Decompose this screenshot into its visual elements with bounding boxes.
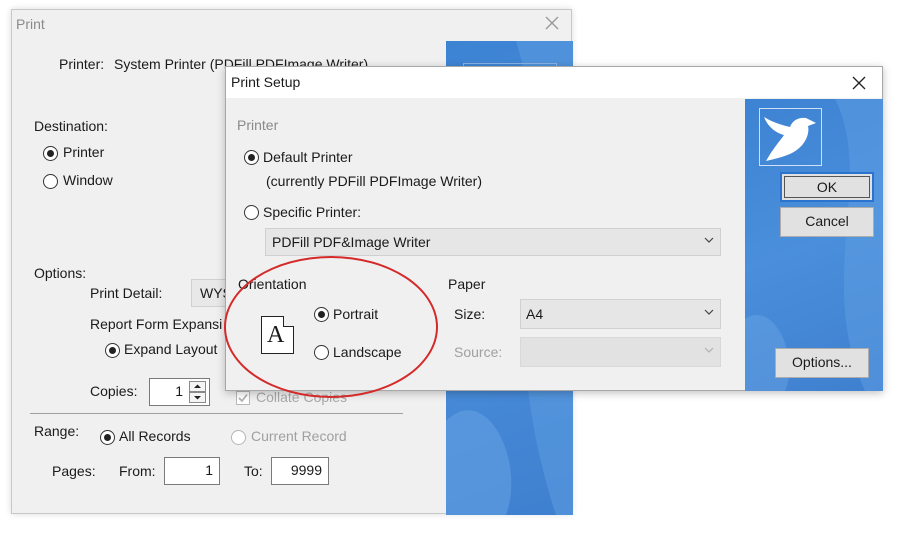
options-button[interactable]: Options...: [775, 348, 869, 378]
range-divider: [30, 413, 403, 414]
options-button-label: Options...: [792, 354, 852, 370]
all-records-label[interactable]: All Records: [119, 428, 191, 444]
destination-window-radio[interactable]: [43, 174, 58, 189]
bird-logo-icon: [759, 108, 822, 166]
annotation-ellipse: [224, 256, 438, 398]
collate-checkbox[interactable]: [236, 391, 250, 405]
destination-printer-radio[interactable]: [43, 146, 58, 161]
copies-value: 1: [175, 383, 183, 399]
chevron-down-icon: [704, 347, 714, 353]
from-label: From:: [119, 463, 156, 479]
current-record-label: Current Record: [251, 428, 347, 444]
paper-size-value: A4: [526, 306, 544, 322]
destination-window-label[interactable]: Window: [63, 172, 113, 188]
ok-button-label: OK: [816, 179, 838, 195]
print-detail-label: Print Detail:: [90, 285, 163, 301]
chevron-down-icon: [704, 237, 714, 243]
printer-group-label: Printer: [237, 117, 279, 133]
spin-arrows-icon[interactable]: [189, 381, 206, 403]
options-label: Options:: [34, 265, 87, 281]
ok-button[interactable]: OK: [780, 172, 874, 202]
close-icon[interactable]: [849, 73, 869, 93]
dialog-title: Print Setup: [231, 74, 301, 90]
range-label: Range:: [34, 423, 80, 439]
from-value: 1: [205, 462, 213, 478]
from-input[interactable]: 1: [164, 457, 220, 485]
title-bar: [226, 67, 882, 98]
current-record-radio[interactable]: [231, 430, 246, 445]
paper-group-label: Paper: [448, 276, 486, 292]
default-printer-detail: (currently PDFill PDFImage Writer): [266, 173, 482, 189]
specific-printer-select[interactable]: PDFill PDF&Image Writer: [265, 228, 721, 256]
to-input[interactable]: 9999: [271, 457, 329, 485]
cancel-button[interactable]: Cancel: [780, 207, 874, 237]
all-records-radio[interactable]: [100, 430, 115, 445]
to-label: To:: [244, 463, 263, 479]
paper-source-select[interactable]: [520, 337, 721, 367]
destination-printer-label[interactable]: Printer: [63, 144, 104, 160]
report-form-label: Report Form Expansi: [90, 316, 223, 332]
printer-label: Printer:: [59, 56, 105, 72]
specific-printer-label[interactable]: Specific Printer:: [263, 204, 361, 220]
specific-printer-radio[interactable]: [244, 205, 259, 220]
cancel-button-label: Cancel: [805, 213, 849, 229]
paper-size-select[interactable]: A4: [520, 299, 721, 329]
source-label: Source:: [454, 344, 503, 360]
destination-label: Destination:: [34, 118, 108, 134]
default-printer-label[interactable]: Default Printer: [263, 149, 352, 165]
expand-layout-label[interactable]: Expand Layout: [124, 341, 217, 357]
default-printer-radio[interactable]: [244, 150, 259, 165]
specific-printer-value: PDFill PDF&Image Writer: [272, 234, 431, 250]
chevron-down-icon: [704, 309, 714, 315]
dialog-title: Print: [16, 16, 45, 32]
expand-layout-radio[interactable]: [105, 343, 120, 358]
close-icon[interactable]: [541, 12, 563, 34]
to-value: 9999: [290, 462, 322, 478]
copies-label: Copies:: [90, 383, 138, 399]
pages-label: Pages:: [52, 463, 96, 479]
size-label: Size:: [454, 306, 486, 322]
